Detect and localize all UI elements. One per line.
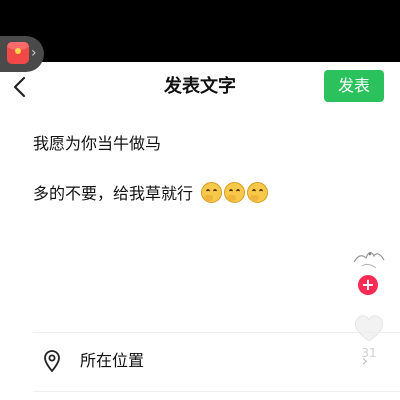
chevron-right-icon: ›	[361, 351, 368, 370]
thinking-face-emoji-icon	[247, 182, 268, 203]
heart-icon[interactable]	[352, 312, 386, 344]
thinking-face-emoji-icon	[201, 182, 222, 203]
status-bar	[0, 0, 400, 62]
heart-shape	[354, 315, 384, 342]
location-label: 所在位置	[80, 351, 145, 370]
post-text-line-1[interactable]: 我愿为你当牛做马	[33, 132, 161, 156]
thinking-face-emoji-icon	[224, 182, 245, 203]
follow-plus-icon[interactable]: +	[358, 275, 378, 295]
location-row[interactable]: 所在位置 ›	[33, 344, 368, 378]
emoji-row	[201, 182, 268, 206]
chevron-right-icon: ›	[31, 45, 37, 61]
divider	[33, 391, 400, 392]
red-packet-icon[interactable]	[7, 42, 29, 64]
avatar[interactable]	[348, 238, 388, 278]
publish-button[interactable]: 发表	[324, 70, 384, 102]
sketch-avatar-icon	[353, 251, 385, 269]
divider	[33, 332, 400, 333]
post-text-line-2[interactable]: 多的不要，给我草就行	[33, 182, 193, 206]
location-pin-icon	[44, 350, 60, 372]
